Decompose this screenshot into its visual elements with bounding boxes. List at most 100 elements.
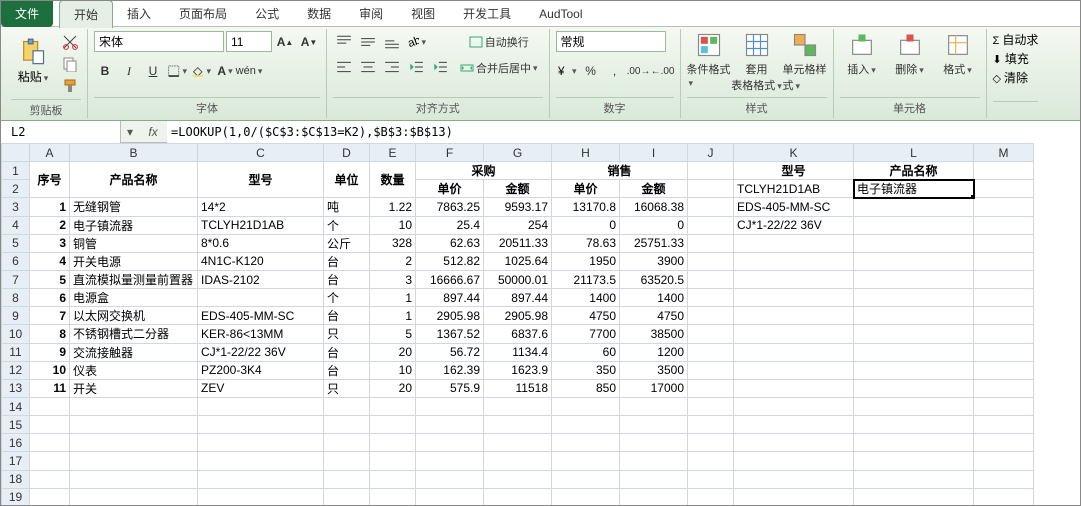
cell-L12[interactable] xyxy=(854,361,974,379)
cell-A3[interactable]: 1 xyxy=(30,198,70,216)
cell-M4[interactable] xyxy=(974,216,1034,234)
cell-C15[interactable] xyxy=(198,416,324,434)
cell-L2[interactable]: 电子镇流器 xyxy=(854,180,974,198)
cell-A16[interactable] xyxy=(30,434,70,452)
cell-C3[interactable]: 14*2 xyxy=(198,198,324,216)
cell-M15[interactable] xyxy=(974,416,1034,434)
cell-E16[interactable] xyxy=(370,434,416,452)
align-bottom-button[interactable] xyxy=(381,31,403,53)
cell-H6[interactable]: 1950 xyxy=(552,252,620,270)
row-head-4[interactable]: 4 xyxy=(2,216,30,234)
comma-button[interactable]: , xyxy=(604,60,626,82)
cell-H11[interactable]: 60 xyxy=(552,343,620,361)
cell-D16[interactable] xyxy=(324,434,370,452)
cell-M7[interactable] xyxy=(974,270,1034,288)
clear-button[interactable]: ◇ 清除 xyxy=(993,69,1029,86)
formula-input[interactable] xyxy=(167,121,1080,143)
cell-G6[interactable]: 1025.64 xyxy=(484,252,552,270)
row-head-13[interactable]: 13 xyxy=(2,379,30,397)
dec-decimal-button[interactable]: ←.00 xyxy=(652,60,674,82)
italic-button[interactable]: I xyxy=(118,60,140,82)
cell-C7[interactable]: IDAS-2102 xyxy=(198,270,324,288)
format-painter-button[interactable] xyxy=(59,75,81,97)
cell-D15[interactable] xyxy=(324,416,370,434)
cell-K10[interactable] xyxy=(734,325,854,343)
cell-L14[interactable] xyxy=(854,397,974,415)
cell-K16[interactable] xyxy=(734,434,854,452)
copy-button[interactable] xyxy=(59,53,81,75)
cell-M14[interactable] xyxy=(974,397,1034,415)
cell-F1[interactable]: 采购 xyxy=(416,162,552,180)
cell-E4[interactable]: 10 xyxy=(370,216,416,234)
cell-F2[interactable]: 单价 xyxy=(416,180,484,198)
cell-M12[interactable] xyxy=(974,361,1034,379)
cell-M1[interactable] xyxy=(974,162,1034,180)
cell-A10[interactable]: 8 xyxy=(30,325,70,343)
cell-M17[interactable] xyxy=(974,452,1034,470)
cell-A5[interactable]: 3 xyxy=(30,234,70,252)
cell-H18[interactable] xyxy=(552,470,620,488)
tab-review[interactable]: 审阅 xyxy=(345,0,397,27)
fill-button[interactable]: ⬇ 填充 xyxy=(993,50,1029,67)
cell-K3[interactable]: EDS-405-MM-SC xyxy=(734,198,854,216)
cell-L16[interactable] xyxy=(854,434,974,452)
row-head-2[interactable]: 2 xyxy=(2,180,30,198)
cell-K7[interactable] xyxy=(734,270,854,288)
number-format-select[interactable]: 常规 xyxy=(556,31,666,52)
align-middle-button[interactable] xyxy=(357,31,379,53)
row-head-16[interactable]: 16 xyxy=(2,434,30,452)
align-center-button[interactable] xyxy=(357,56,379,78)
cell-C6[interactable]: 4N1C-K120 xyxy=(198,252,324,270)
row-head-18[interactable]: 18 xyxy=(2,470,30,488)
cell-L5[interactable] xyxy=(854,234,974,252)
cell-B17[interactable] xyxy=(70,452,198,470)
cell-H2[interactable]: 单价 xyxy=(552,180,620,198)
cell-L7[interactable] xyxy=(854,270,974,288)
row-head-12[interactable]: 12 xyxy=(2,361,30,379)
col-head-A[interactable]: A xyxy=(30,144,70,162)
cell-B14[interactable] xyxy=(70,397,198,415)
cell-D13[interactable]: 只 xyxy=(324,379,370,397)
cell-B10[interactable]: 不锈钢槽式二分器 xyxy=(70,325,198,343)
cell-J3[interactable] xyxy=(688,198,734,216)
cell-style-button[interactable]: 单元格样式 xyxy=(783,31,827,93)
currency-button[interactable]: ¥ xyxy=(556,60,578,82)
cell-J19[interactable] xyxy=(688,488,734,506)
cell-I4[interactable]: 0 xyxy=(620,216,688,234)
cell-D10[interactable]: 只 xyxy=(324,325,370,343)
cell-I8[interactable]: 1400 xyxy=(620,289,688,307)
cell-G5[interactable]: 20511.33 xyxy=(484,234,552,252)
cell-B11[interactable]: 交流接触器 xyxy=(70,343,198,361)
cell-B4[interactable]: 电子镇流器 xyxy=(70,216,198,234)
tab-file[interactable]: 文件 xyxy=(1,0,53,27)
cell-J11[interactable] xyxy=(688,343,734,361)
cell-D7[interactable]: 台 xyxy=(324,270,370,288)
cell-B8[interactable]: 电源盒 xyxy=(70,289,198,307)
cell-H12[interactable]: 350 xyxy=(552,361,620,379)
cell-B6[interactable]: 开关电源 xyxy=(70,252,198,270)
cell-C14[interactable] xyxy=(198,397,324,415)
cell-B16[interactable] xyxy=(70,434,198,452)
cell-I7[interactable]: 63520.5 xyxy=(620,270,688,288)
row-head-19[interactable]: 19 xyxy=(2,488,30,506)
percent-button[interactable]: % xyxy=(580,60,602,82)
cell-A14[interactable] xyxy=(30,397,70,415)
cell-B12[interactable]: 仪表 xyxy=(70,361,198,379)
cell-J6[interactable] xyxy=(688,252,734,270)
cell-K11[interactable] xyxy=(734,343,854,361)
cell-C18[interactable] xyxy=(198,470,324,488)
font-size-select[interactable]: 11 xyxy=(226,31,272,52)
cell-D1[interactable]: 单位 xyxy=(324,162,370,198)
row-head-7[interactable]: 7 xyxy=(2,270,30,288)
table-format-button[interactable]: 套用 表格格式 xyxy=(735,31,779,93)
cell-B9[interactable]: 以太网交换机 xyxy=(70,307,198,325)
cell-H8[interactable]: 1400 xyxy=(552,289,620,307)
cell-C13[interactable]: ZEV xyxy=(198,379,324,397)
name-box[interactable] xyxy=(1,121,121,143)
cell-G15[interactable] xyxy=(484,416,552,434)
cell-E3[interactable]: 1.22 xyxy=(370,198,416,216)
cell-B18[interactable] xyxy=(70,470,198,488)
cell-E7[interactable]: 3 xyxy=(370,270,416,288)
cell-C17[interactable] xyxy=(198,452,324,470)
cell-F5[interactable]: 62.63 xyxy=(416,234,484,252)
